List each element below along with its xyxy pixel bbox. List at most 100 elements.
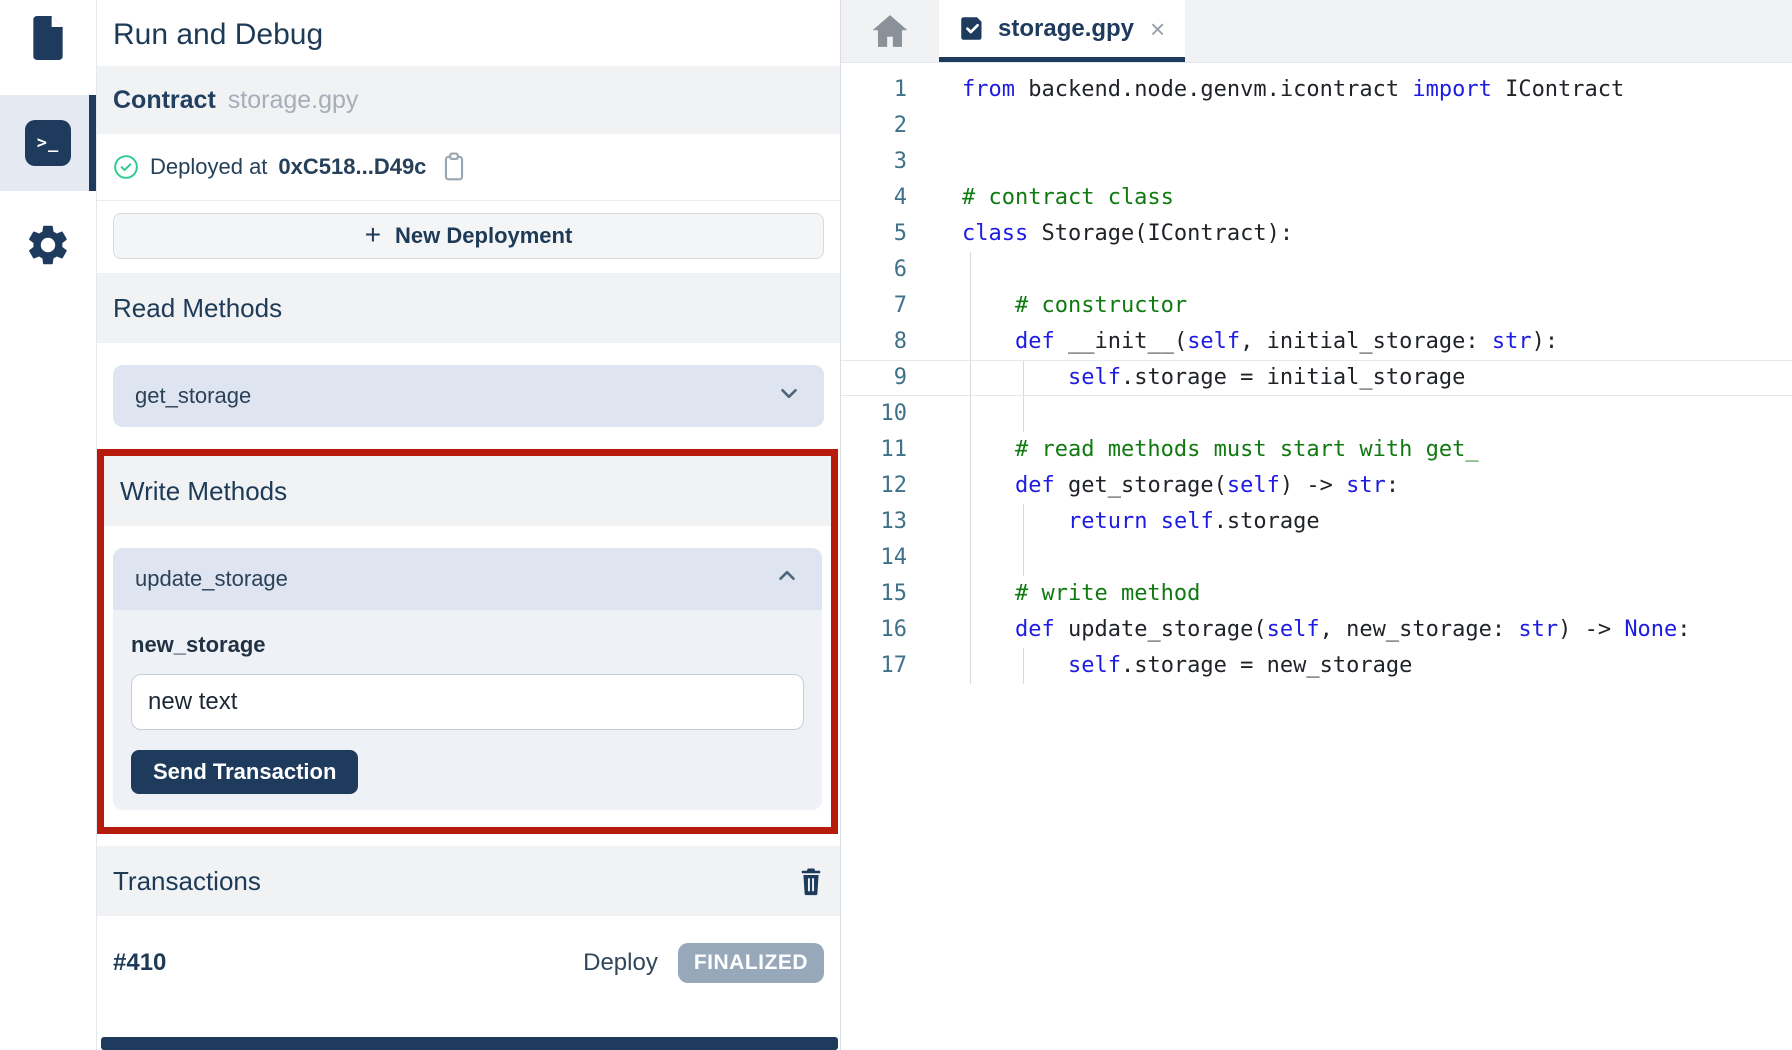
code-line[interactable]: 8 def __init__(self, initial_storage: st…	[841, 324, 1792, 360]
home-icon[interactable]	[871, 13, 909, 49]
run-debug-panel: Run and Debug Contract storage.gpy Deplo…	[97, 0, 841, 1050]
new-deployment-label: New Deployment	[395, 223, 572, 249]
send-transaction-button[interactable]: Send Transaction	[131, 750, 358, 794]
close-icon[interactable]: ×	[1150, 16, 1165, 42]
transaction-row[interactable]: #410 Deploy FINALIZED	[113, 932, 824, 994]
code-line-content: # constructor	[907, 288, 1792, 324]
new-deployment-wrap: + New Deployment	[97, 201, 840, 273]
transactions-header: Transactions	[97, 846, 840, 916]
write-methods-header: Write Methods	[104, 456, 831, 526]
tab-file-name: storage.gpy	[998, 15, 1134, 43]
code-line[interactable]: 5class Storage(IContract):	[841, 216, 1792, 252]
line-number: 11	[841, 432, 907, 468]
transaction-row-right: Deploy FINALIZED	[583, 943, 824, 983]
line-number: 4	[841, 180, 907, 216]
line-number: 17	[841, 648, 907, 684]
gear-icon	[24, 256, 72, 273]
code-line[interactable]: 13 return self.storage	[841, 504, 1792, 540]
indent-guide	[1023, 361, 1024, 395]
transactions-title: Transactions	[113, 866, 261, 897]
read-methods-title: Read Methods	[113, 293, 282, 324]
code-line-content: # write method	[907, 576, 1792, 612]
indent-guide	[1023, 540, 1024, 576]
code-line[interactable]: 17 self.storage = new_storage	[841, 648, 1792, 684]
code-editor[interactable]: 1from backend.node.genvm.icontract impor…	[841, 63, 1792, 1050]
code-line[interactable]: 6	[841, 252, 1792, 288]
rail-item-files[interactable]	[26, 14, 70, 67]
page-title: Run and Debug	[97, 0, 840, 66]
active-indicator	[89, 95, 96, 191]
indent-guide	[970, 252, 971, 288]
deployed-at-text: Deployed at	[150, 154, 267, 180]
write-methods-highlight: Write Methods update_storage new_storage…	[97, 449, 838, 834]
code-line[interactable]: 16 def update_storage(self, new_storage:…	[841, 612, 1792, 648]
line-number: 16	[841, 612, 907, 648]
line-number: 10	[841, 396, 907, 432]
plus-icon: +	[365, 219, 381, 251]
line-number: 8	[841, 324, 907, 360]
method-get-storage[interactable]: get_storage	[113, 365, 824, 427]
horizontal-scrollbar[interactable]	[101, 1037, 838, 1050]
file-icon	[26, 49, 70, 66]
code-line-content: self.storage = initial_storage	[907, 361, 1792, 395]
read-methods-header: Read Methods	[97, 273, 840, 343]
code-line[interactable]: 3	[841, 144, 1792, 180]
code-line-content	[907, 108, 1792, 144]
indent-guide	[1023, 504, 1024, 540]
indent-guide	[970, 324, 971, 360]
code-line[interactable]: 9 self.storage = initial_storage	[841, 360, 1792, 396]
indent-guide	[970, 361, 971, 395]
param-input[interactable]	[131, 674, 804, 730]
code-line-content	[907, 396, 1792, 432]
code-line[interactable]: 2	[841, 108, 1792, 144]
code-line[interactable]: 7 # constructor	[841, 288, 1792, 324]
transaction-type: Deploy	[583, 949, 658, 977]
indent-guide	[1023, 396, 1024, 432]
indent-guide	[970, 612, 971, 648]
line-number: 1	[841, 72, 907, 108]
code-line[interactable]: 11 # read methods must start with get_	[841, 432, 1792, 468]
indent-guide	[970, 540, 971, 576]
code-line[interactable]: 4# contract class	[841, 180, 1792, 216]
activity-bar: >_	[0, 0, 97, 1050]
tab-storage-gpy[interactable]: storage.gpy ×	[939, 0, 1185, 62]
indent-guide	[970, 468, 971, 504]
transaction-id: #410	[113, 949, 166, 977]
code-line[interactable]: 10	[841, 396, 1792, 432]
code-line-content: self.storage = new_storage	[907, 648, 1792, 684]
check-circle-icon	[113, 154, 139, 180]
indent-guide	[970, 576, 971, 612]
indent-guide	[970, 396, 971, 432]
editor-pane: storage.gpy × 1from backend.node.genvm.i…	[841, 0, 1792, 1050]
line-number: 13	[841, 504, 907, 540]
rail-item-terminal[interactable]: >_	[0, 95, 96, 191]
code-line-content: def get_storage(self) -> str:	[907, 468, 1792, 504]
code-line-content	[907, 252, 1792, 288]
file-check-icon	[959, 15, 986, 42]
method-update-storage[interactable]: update_storage	[113, 548, 822, 610]
code-line-content: return self.storage	[907, 504, 1792, 540]
line-number: 2	[841, 108, 907, 144]
code-line[interactable]: 14	[841, 540, 1792, 576]
copy-icon[interactable]	[441, 152, 467, 182]
line-number: 14	[841, 540, 907, 576]
code-line-content: def update_storage(self, new_storage: st…	[907, 612, 1792, 648]
indent-guide	[970, 432, 971, 468]
code-line[interactable]: 1from backend.node.genvm.icontract impor…	[841, 72, 1792, 108]
code-line[interactable]: 12 def get_storage(self) -> str:	[841, 468, 1792, 504]
code-line-content	[907, 540, 1792, 576]
line-number: 5	[841, 216, 907, 252]
code-line-content: from backend.node.genvm.icontract import…	[907, 72, 1792, 108]
code-line[interactable]: 15 # write method	[841, 576, 1792, 612]
editor-tab-bar: storage.gpy ×	[841, 0, 1792, 63]
line-number: 7	[841, 288, 907, 324]
contract-file-name: storage.gpy	[228, 86, 359, 115]
line-number: 15	[841, 576, 907, 612]
contract-label: Contract	[113, 86, 216, 115]
rail-item-settings[interactable]	[24, 221, 72, 274]
trash-icon[interactable]	[798, 866, 824, 896]
new-deployment-button[interactable]: + New Deployment	[113, 213, 824, 259]
indent-guide	[1023, 648, 1024, 684]
contract-header: Contract storage.gpy	[97, 66, 840, 134]
chevron-down-icon	[776, 380, 802, 412]
